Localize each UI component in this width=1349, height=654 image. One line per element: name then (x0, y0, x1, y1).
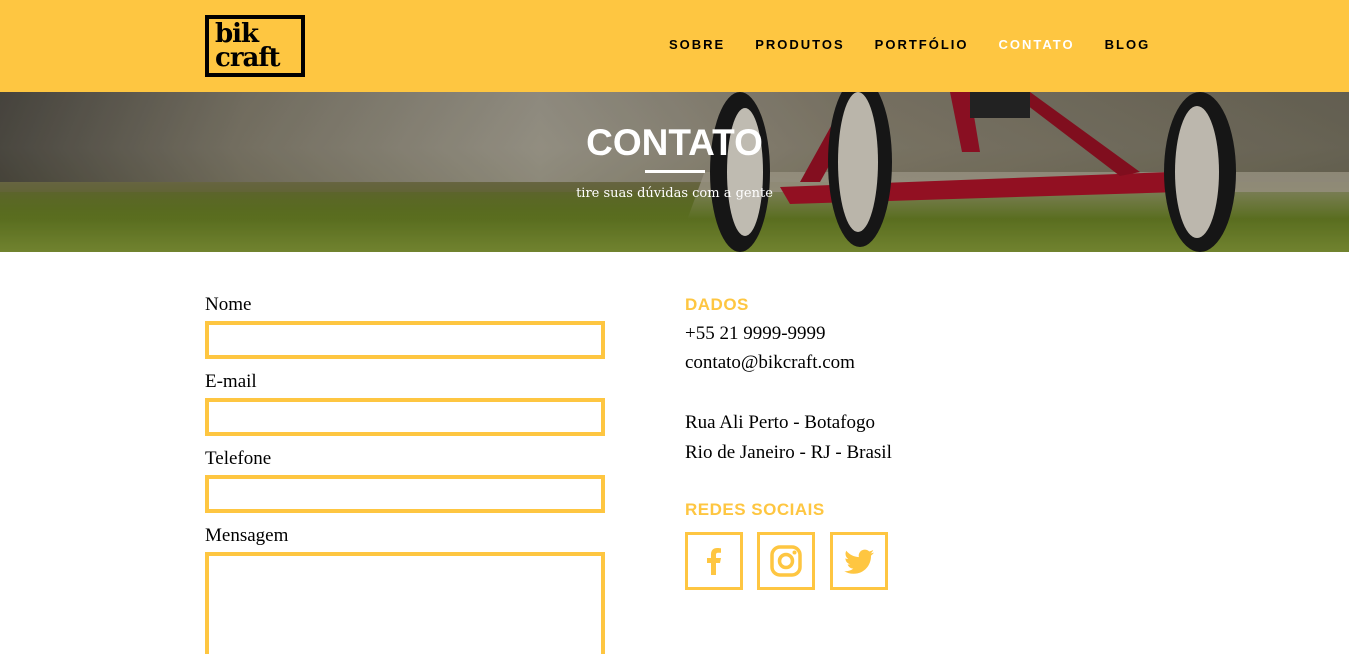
logo-line-2: craft (215, 43, 281, 73)
page-subtitle: tire suas dúvidas com a gente (576, 186, 773, 201)
nav-item-contato[interactable]: CONTATO (999, 37, 1075, 52)
message-field[interactable] (205, 552, 605, 654)
data-heading: DADOS (685, 295, 749, 314)
phone-field[interactable] (205, 475, 605, 513)
facebook-icon (707, 548, 721, 575)
hero-banner: CONTATO tire suas dúvidas com a gente (0, 92, 1349, 252)
nav-item-produtos[interactable]: PRODUTOS (755, 37, 844, 52)
site-header: bik craft SOBRE PRODUTOS PORTFÓLIO CONTA… (0, 0, 1349, 92)
nav-item-portfolio[interactable]: PORTFÓLIO (875, 37, 969, 52)
twitter-icon (844, 549, 874, 574)
instagram-link[interactable] (757, 532, 815, 590)
email-label: E-mail (205, 371, 257, 392)
main-nav: SOBRE PRODUTOS PORTFÓLIO CONTATO BLOG (669, 37, 1180, 52)
name-label: Nome (205, 294, 252, 315)
email-address: contato@bikcraft.com (685, 352, 855, 373)
phone-number: +55 21 9999-9999 (685, 323, 826, 344)
address-line-1: Rua Ali Perto - Botafogo (685, 412, 875, 433)
address-line-2: Rio de Janeiro - RJ - Brasil (685, 442, 892, 463)
nav-item-sobre[interactable]: SOBRE (669, 37, 725, 52)
name-field[interactable] (205, 321, 605, 359)
facebook-link[interactable] (685, 532, 743, 590)
email-field[interactable] (205, 398, 605, 436)
phone-label: Telefone (205, 448, 272, 469)
message-label: Mensagem (205, 525, 289, 546)
instagram-icon (770, 545, 802, 577)
title-underline (645, 170, 705, 173)
page-title: CONTATO (586, 122, 763, 163)
nav-item-blog[interactable]: BLOG (1105, 37, 1151, 52)
social-heading: REDES SOCIAIS (685, 500, 825, 519)
twitter-link[interactable] (830, 532, 888, 590)
bikcraft-logo[interactable]: bik craft (205, 15, 305, 77)
